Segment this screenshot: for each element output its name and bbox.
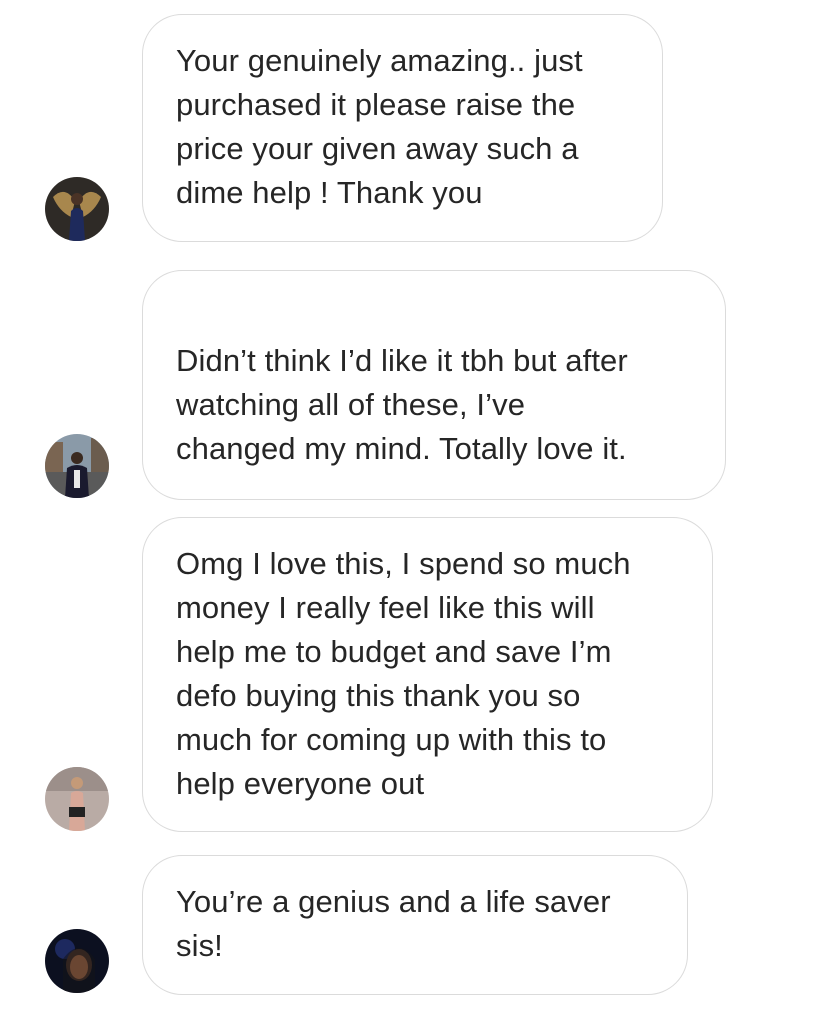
user-avatar-icon[interactable] xyxy=(45,434,109,498)
user-avatar-icon[interactable] xyxy=(45,929,109,993)
message-text: Didn’t think I’d like it tbh but after w… xyxy=(176,343,628,466)
user-avatar-icon[interactable] xyxy=(45,767,109,831)
message-bubble: Didn’t think I’d like it tbh but after w… xyxy=(142,270,726,641)
message-bubble: You’re a genius and a life saver sis! xyxy=(142,855,688,995)
message-bubble: Omg I love this, I spend so much money I… xyxy=(142,517,713,832)
user-avatar-icon[interactable] xyxy=(45,177,109,241)
message-bubble: Your genuinely amazing.. just purchased … xyxy=(142,14,663,242)
message-thread: Your genuinely amazing.. just purchased … xyxy=(0,0,818,1024)
